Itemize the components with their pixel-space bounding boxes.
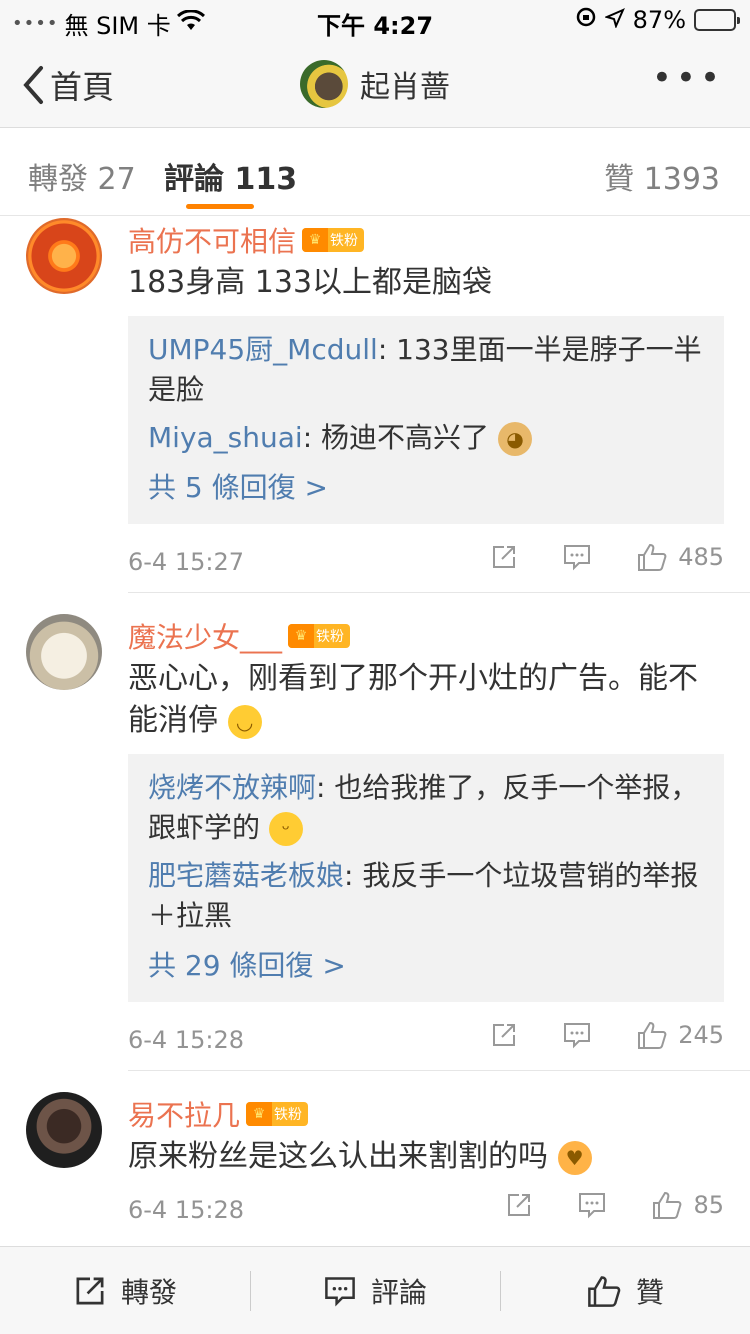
comment-username[interactable]: 高仿不可相信 ♛ 铁粉 [128,220,365,260]
comment-username[interactable]: 易不拉几 ♛ 铁粉 [128,1094,309,1134]
avatar[interactable] [26,614,102,690]
like-count: 85 [693,1191,724,1219]
comment-time: 6-4 15:27 [128,548,244,576]
repost-button[interactable] [505,1191,533,1219]
more-replies-link[interactable]: 共 5 條回復 > [148,466,704,506]
divider [128,1070,750,1071]
reply-item: 肥宅蘑菇老板娘: 我反手一个垃圾营销的举报＋拉黑 [148,859,699,932]
like-button[interactable]: 贊 [500,1247,750,1334]
comment-text: 原来粉丝是这么认出来割割的吗 ♥ [128,1136,728,1178]
nav-bar: 首頁 起肖蔷 ••• [0,40,750,128]
comment-item: 易不拉几 ♛ 铁粉 原来粉丝是这么认出来割割的吗 ♥ 6-4 15:28 85 [0,1072,750,1244]
comment-icon [564,545,591,571]
reply-item: 烧烤不放辣啊: 也给我推了，反手一个举报，跟虾学的 ᵕ [148,771,699,846]
bottom-action-bar: 轉發 評論 贊 [0,1246,750,1334]
thumbs-up-icon [638,543,667,571]
comment-username[interactable]: 魔法少女___ ♛ 铁粉 [128,616,351,656]
crown-icon: ♛ [302,228,329,252]
blush-emoji-icon: ♥ [557,1140,592,1175]
comment-time: 6-4 15:28 [128,1026,244,1054]
more-replies-link[interactable]: 共 29 條回復 > [148,944,704,984]
like-count: 485 [678,543,724,571]
repost-button[interactable]: 轉發 [0,1247,250,1334]
thumbs-up-icon [653,1191,682,1219]
repost-label: 轉發 [120,1275,177,1309]
like-button[interactable]: 245 [636,1020,724,1050]
crown-icon: ♛ [288,624,315,648]
avatar[interactable] [26,218,102,294]
status-bar: •••• 無 SIM 卡 下午 4:27 87% [0,0,750,40]
comment-icon [579,1193,606,1219]
comment-item: 魔法少女___ ♛ 铁粉 恶心心，刚看到了那个开小灶的广告。能不能消停 ◡ 烧烤不… [0,596,750,1072]
more-icon[interactable]: ••• [652,58,724,98]
avatar[interactable] [26,1092,102,1168]
thumbs-up-icon [588,1275,621,1307]
tab-repost[interactable]: 轉發 27 [28,154,136,198]
doge-emoji-icon: ◕ [497,422,532,456]
share-icon [76,1277,104,1304]
comment-time: 6-4 15:28 [128,1196,244,1224]
tab-likes[interactable]: 贊 1393 [604,154,720,198]
like-label: 贊 [635,1275,664,1309]
repost-button[interactable] [490,1021,518,1049]
comment-text: 恶心心，刚看到了那个开小灶的广告。能不能消停 ◡ [128,661,698,739]
fan-badge: ♛ 铁粉 [246,1102,309,1126]
like-count: 245 [678,1021,724,1049]
tab-comments[interactable]: 評論 113 [164,154,297,198]
comment-item: 高仿不可相信 ♛ 铁粉 183身高 133以上都是脑袋 UMP45厨_Mcdull… [0,216,750,596]
reply-button[interactable] [562,543,592,571]
comment-icon [564,1023,591,1049]
location-icon [603,6,625,34]
avatar [300,60,348,108]
reply-item: UMP45厨_Mcdull: 133里面一半是脖子一半是脸 [148,333,702,406]
fan-badge: ♛ 铁粉 [288,624,351,648]
repost-button[interactable] [490,543,518,571]
post-author[interactable]: 起肖蔷 [0,60,750,108]
battery-percent: 87% [632,6,686,34]
thumbs-up-icon [638,1021,667,1049]
like-button[interactable]: 485 [636,542,724,572]
share-icon [508,1194,531,1216]
smile-emoji-icon: ◡ [227,704,262,739]
author-name: 起肖蔷 [360,70,450,105]
comment-label: 評論 [370,1275,427,1309]
share-icon [493,1024,516,1046]
comment-icon [325,1276,355,1306]
reply-username[interactable]: 肥宅蘑菇老板娘 [148,859,344,892]
fan-badge: ♛ 铁粉 [302,228,365,252]
battery-icon [694,9,740,31]
reply-box[interactable]: 烧烤不放辣啊: 也给我推了，反手一个举报，跟虾学的 ᵕ 肥宅蘑菇老板娘: 我反手… [128,754,724,1002]
rotation-lock-icon [575,6,597,34]
reply-username[interactable]: UMP45厨_Mcdull [148,333,378,366]
reply-button[interactable] [577,1191,607,1219]
divider [128,592,750,593]
tab-bar: 轉發 27 評論 113 贊 1393 [0,128,750,216]
reply-username[interactable]: 烧烤不放辣啊 [148,771,316,804]
reply-item: Miya_shuai: 杨迪不高兴了 ◕ [148,418,704,458]
share-icon [493,546,516,568]
reply-box[interactable]: UMP45厨_Mcdull: 133里面一半是脖子一半是脸 Miya_shuai… [128,316,724,524]
grin-emoji-icon: ᵕ [268,812,303,846]
like-button[interactable]: 85 [651,1190,724,1220]
crown-icon: ♛ [246,1102,273,1126]
active-tab-indicator [186,204,254,209]
reply-username[interactable]: Miya_shuai [148,421,303,454]
reply-button[interactable] [562,1021,592,1049]
comment-text: 183身高 133以上都是脑袋 [128,265,493,300]
comment-button[interactable]: 評論 [250,1247,500,1334]
